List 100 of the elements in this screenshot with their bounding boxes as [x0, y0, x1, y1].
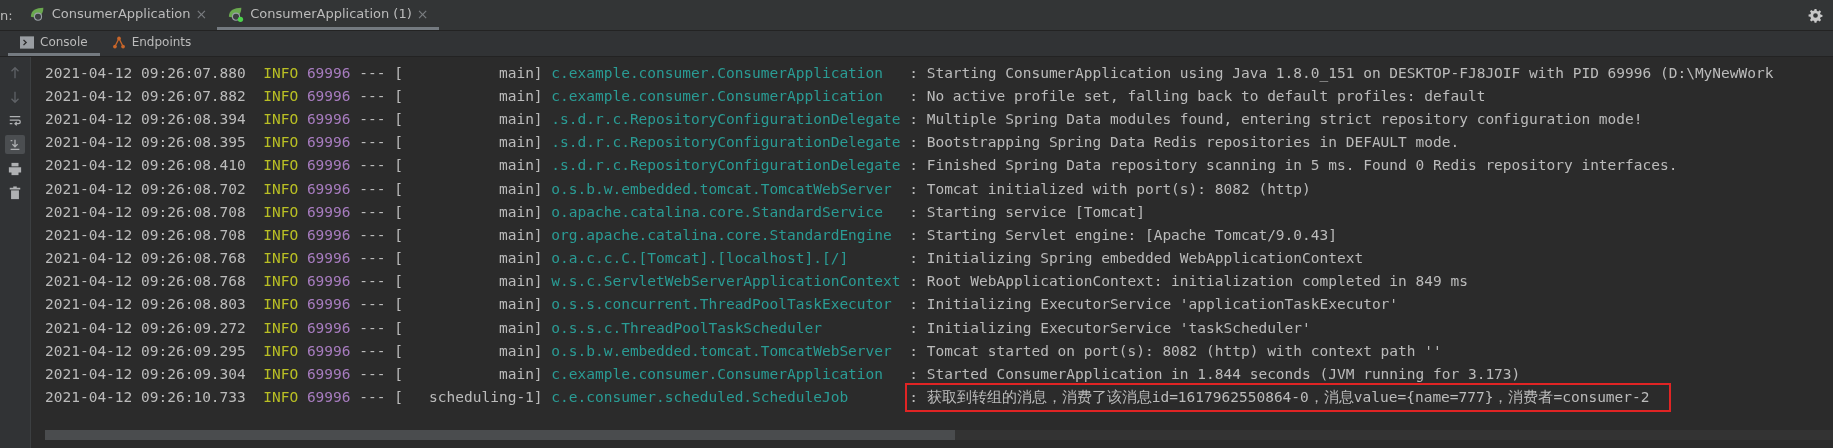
log-message: : Initializing ExecutorService 'applicationTaskExecutor' [909, 295, 1399, 314]
endpoints-icon [111, 35, 126, 49]
log-logger: o.apache.catalina.core.StandardService [551, 203, 884, 220]
log-pid: 69996 [306, 319, 351, 336]
log-level: INFO [263, 180, 299, 197]
log-level: INFO [263, 134, 299, 151]
log-message: : Tomcat initialized with port(s): 8082 (http) [909, 179, 1311, 198]
log-level: INFO [263, 64, 299, 81]
settings-icon[interactable] [1808, 7, 1823, 23]
log-timestamp: 2021-04-12 09:26:08.394 [45, 110, 246, 127]
log-thread: main] [498, 134, 543, 151]
console-icon [20, 35, 34, 49]
log-thread: main] [498, 296, 543, 313]
log-thread: main] [498, 319, 543, 336]
log-pid: 69996 [306, 180, 351, 197]
log-level: INFO [263, 203, 299, 220]
log-pid: 69996 [306, 296, 351, 313]
log-logger: o.a.c.c.C.[Tomcat].[localhost].[/] [551, 250, 849, 267]
log-separator: --- [ [359, 134, 403, 151]
log-logger: .s.d.r.c.RepositoryConfigurationDelegate [551, 110, 901, 127]
log-message: : Starting service [Tomcat] [909, 202, 1145, 221]
log-pid: 69996 [306, 226, 351, 243]
log-timestamp: 2021-04-12 09:26:08.768 [45, 273, 246, 290]
log-separator: --- [ [359, 389, 403, 406]
log-pid: 69996 [306, 273, 351, 290]
log-message: : Starting ConsumerApplication using Java 1.8.0_151 on DESKTOP-FJ8JOIF with PID 69996 (D:\MyNewWork [909, 63, 1774, 82]
log-message: : Root WebApplicationContext: initialization completed in 849 ms [909, 272, 1468, 291]
log-timestamp: 2021-04-12 09:26:09.272 [45, 319, 246, 336]
log-timestamp: 2021-04-12 09:26:08.768 [45, 250, 246, 267]
log-message: : Started ConsumerApplication in 1.844 seconds (JVM running for 3.173) [909, 365, 1521, 384]
log-level: INFO [263, 389, 299, 406]
log-timestamp: 2021-04-12 09:26:08.702 [45, 180, 246, 197]
log-level: INFO [263, 296, 299, 313]
log-thread: main] [498, 87, 543, 104]
log-pid: 69996 [306, 110, 351, 127]
log-pid: 69996 [306, 203, 351, 220]
log-logger: o.s.b.w.embedded.tomcat.TomcatWebServer [551, 180, 892, 197]
log-separator: --- [ [359, 180, 403, 197]
tool-tab[interactable]: Console [8, 31, 100, 56]
log-thread: scheduling-1] [429, 389, 543, 406]
log-logger: o.s.b.w.embedded.tomcat.TomcatWebServer [551, 342, 892, 359]
log-logger: c.e.consumer.scheduled.ScheduleJob [551, 389, 849, 406]
log-message: : Tomcat started on port(s): 8082 (http) with context path '' [909, 341, 1442, 360]
log-timestamp: 2021-04-12 09:26:08.410 [45, 157, 246, 174]
log-separator: --- [ [359, 366, 403, 383]
log-logger: c.example.consumer.ConsumerApplication [551, 87, 884, 104]
log-separator: --- [ [359, 273, 403, 290]
log-logger: c.example.consumer.ConsumerApplication [551, 366, 884, 383]
log-pid: 69996 [306, 64, 351, 81]
log-logger: .s.d.r.c.RepositoryConfigurationDelegate [551, 134, 901, 151]
log-separator: --- [ [359, 87, 403, 104]
log-timestamp: 2021-04-12 09:26:08.803 [45, 296, 246, 313]
log-separator: --- [ [359, 250, 403, 267]
log-separator: --- [ [359, 110, 403, 127]
log-thread: main] [498, 157, 543, 174]
log-level: INFO [263, 157, 299, 174]
log-level: INFO [263, 87, 299, 104]
log-timestamp: 2021-04-12 09:26:07.880 [45, 64, 246, 81]
log-pid: 69996 [306, 250, 351, 267]
log-separator: --- [ [359, 226, 403, 243]
log-logger: c.example.consumer.ConsumerApplication [551, 64, 884, 81]
log-message: : Initializing ExecutorService 'taskScheduler' [909, 318, 1311, 337]
log-thread: main] [498, 250, 543, 267]
horizontal-scrollbar[interactable] [45, 430, 1833, 440]
log-thread: main] [498, 366, 543, 383]
log-level: INFO [263, 273, 299, 290]
log-level: INFO [263, 226, 299, 243]
log-thread: main] [498, 180, 543, 197]
log-message: : Multiple Spring Data modules found, entering strict repository configuration mode! [909, 109, 1643, 128]
log-thread: main] [498, 342, 543, 359]
log-logger: w.s.c.ServletWebServerApplicationContext [551, 273, 901, 290]
log-level: INFO [263, 342, 299, 359]
log-pid: 69996 [306, 342, 351, 359]
log-pid: 69996 [306, 366, 351, 383]
log-thread: main] [498, 273, 543, 290]
log-pid: 69996 [306, 157, 351, 174]
log-message: : Starting Servlet engine: [Apache Tomcat/9.0.43] [909, 225, 1337, 244]
log-timestamp: 2021-04-12 09:26:09.304 [45, 366, 246, 383]
log-level: INFO [263, 250, 299, 267]
tool-tab[interactable]: Endpoints [99, 31, 204, 56]
log-message: : Bootstrapping Spring Data Redis repositories in DEFAULT mode. [909, 133, 1460, 152]
log-separator: --- [ [359, 203, 403, 220]
log-thread: main] [498, 226, 543, 243]
log-timestamp: 2021-04-12 09:26:08.395 [45, 134, 246, 151]
log-pid: 69996 [306, 389, 351, 406]
log-separator: --- [ [359, 319, 403, 336]
log-level: INFO [263, 319, 299, 336]
run-tab[interactable]: ConsumerApplication × [18, 0, 218, 30]
log-thread: main] [498, 110, 543, 127]
log-pid: 69996 [306, 87, 351, 104]
log-message: : Initializing Spring embedded WebApplicationContext [909, 249, 1364, 268]
log-timestamp: 2021-04-12 09:26:08.708 [45, 226, 246, 243]
log-separator: --- [ [359, 342, 403, 359]
log-thread: main] [498, 203, 543, 220]
log-message: : Finished Spring Data repository scanning in 5 ms. Found 0 Redis repository interfaces. [909, 156, 1678, 175]
log-timestamp: 2021-04-12 09:26:10.733 [45, 389, 246, 406]
log-logger: org.apache.catalina.core.StandardEngine [551, 226, 892, 243]
log-level: INFO [263, 110, 299, 127]
log-logger: o.s.s.concurrent.ThreadPoolTaskExecutor [551, 296, 892, 313]
scroll-to-end-icon[interactable] [5, 135, 25, 154]
